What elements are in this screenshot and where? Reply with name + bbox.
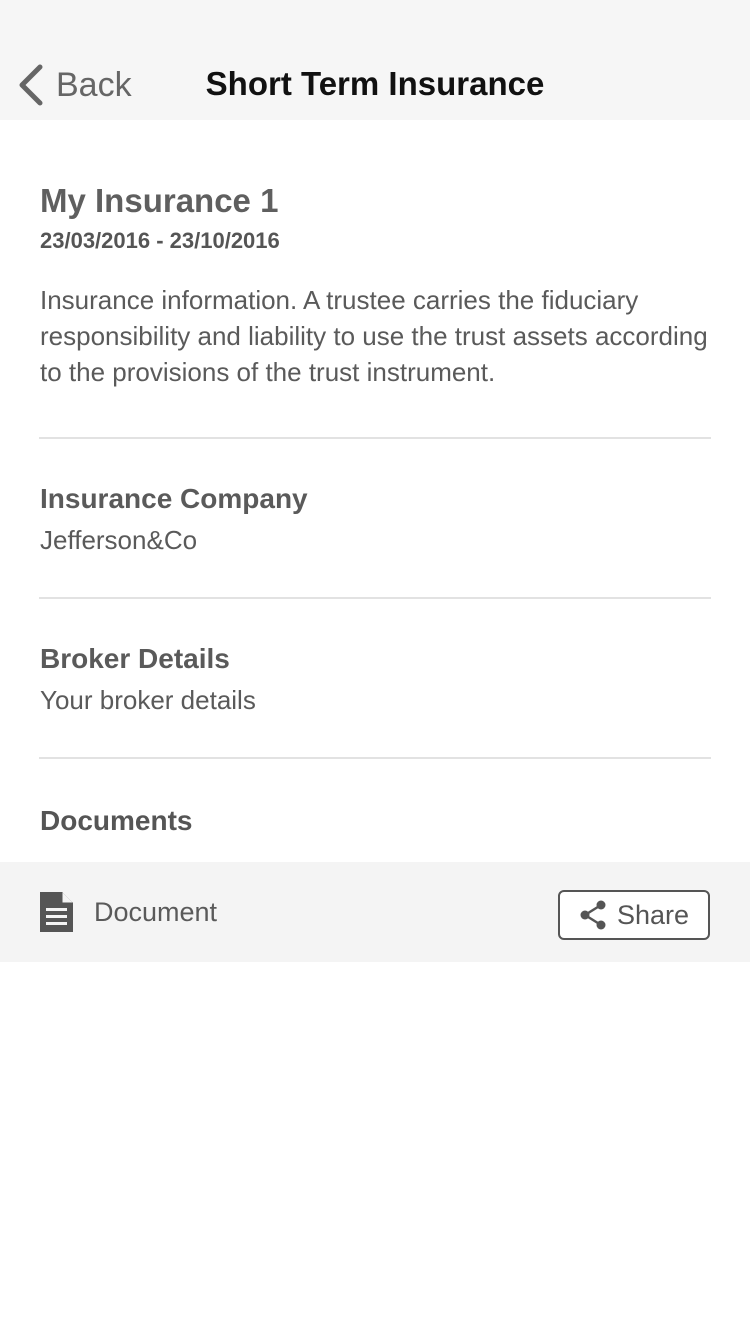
broker-details-section: Broker Details Your broker details: [40, 640, 710, 718]
navigation-bar: Back Short Term Insurance: [0, 0, 750, 120]
chevron-left-icon: [19, 64, 43, 106]
document-row[interactable]: Document Share: [0, 862, 750, 962]
share-label: Share: [616, 900, 690, 930]
insurance-company-value: Jefferson&Co: [40, 525, 198, 555]
broker-details-label: Broker Details: [40, 643, 230, 674]
share-icon: [580, 900, 606, 930]
policy-description: Insurance information. A trustee carries…: [40, 285, 708, 387]
back-button[interactable]: Back: [16, 62, 132, 108]
insurance-company-label: Insurance Company: [40, 483, 308, 514]
policy-title: My Insurance 1: [40, 182, 279, 219]
back-label: Back: [56, 66, 132, 104]
document-icon: [40, 892, 73, 932]
share-button[interactable]: Share: [558, 890, 710, 940]
policy-dates: 23/03/2016 - 23/10/2016: [40, 228, 280, 253]
insurance-detail-screen: Back Short Term Insurance My Insurance 1…: [0, 0, 750, 1334]
divider: [39, 437, 711, 439]
document-label[interactable]: Document: [94, 894, 217, 930]
divider: [39, 597, 711, 599]
broker-details-value: Your broker details: [40, 685, 256, 715]
divider: [39, 757, 711, 759]
insurance-company-section: Insurance Company Jefferson&Co: [40, 480, 710, 558]
documents-heading: Documents: [40, 805, 193, 836]
